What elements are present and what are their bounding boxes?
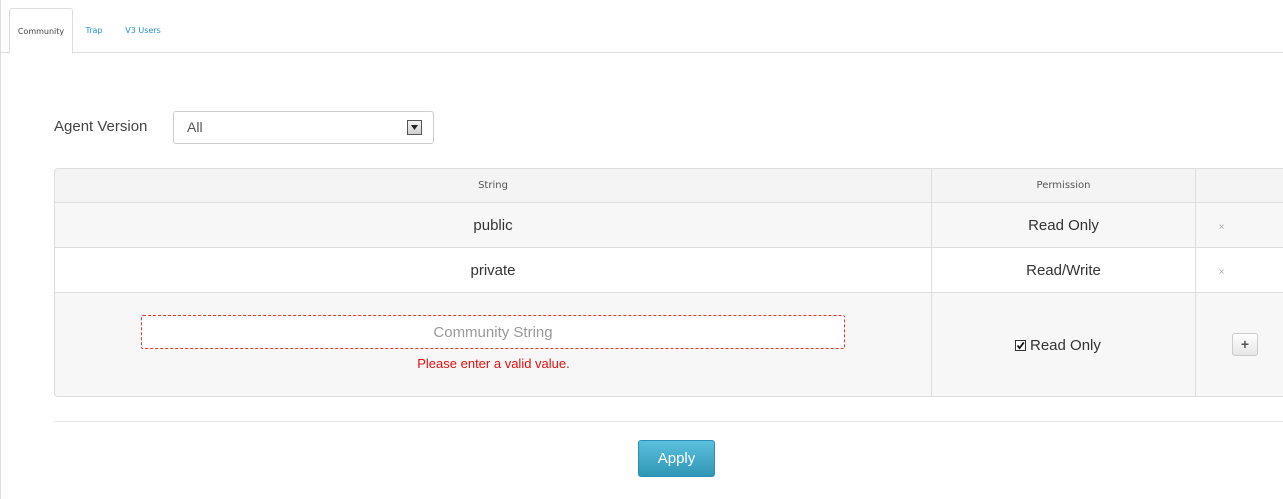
- column-header-actions: [1196, 169, 1283, 202]
- read-only-checkbox[interactable]: Read Only: [1015, 337, 1101, 354]
- agent-version-select[interactable]: All: [173, 111, 434, 144]
- agent-version-label: Agent Version: [54, 118, 148, 135]
- add-community-button[interactable]: +: [1232, 333, 1258, 356]
- delete-icon[interactable]: ×: [1219, 205, 1225, 250]
- delete-icon[interactable]: ×: [1219, 250, 1225, 295]
- validation-error-text: Please enter a valid value.: [417, 356, 570, 371]
- community-string-input[interactable]: [141, 315, 845, 349]
- table-header-row: String Permission: [55, 169, 1283, 203]
- dropdown-arrow-icon[interactable]: [407, 120, 422, 135]
- plus-icon: +: [1240, 336, 1250, 352]
- tab-bar: Community Trap V3 Users: [1, 8, 1283, 54]
- permission-cell: Read Only: [932, 203, 1196, 247]
- table-row: private Read/Write ×: [55, 248, 1283, 293]
- column-header-permission: Permission: [932, 169, 1196, 202]
- new-entry-row: Please enter a valid value. Read Only +: [55, 293, 1283, 396]
- community-string-cell: private: [55, 248, 932, 292]
- apply-button[interactable]: Apply: [638, 440, 715, 477]
- table-row: public Read Only ×: [55, 203, 1283, 248]
- new-actions-cell: +: [1196, 293, 1283, 396]
- community-table: String Permission public Read Only × pri…: [54, 168, 1283, 397]
- snmp-settings-panel: Community Trap V3 Users Agent Version Al…: [0, 0, 1283, 499]
- tab-trap[interactable]: Trap: [83, 8, 105, 53]
- community-string-cell: public: [55, 203, 932, 247]
- new-permission-cell: Read Only: [932, 293, 1196, 396]
- permission-cell: Read/Write: [932, 248, 1196, 292]
- read-only-label: Read Only: [1030, 337, 1101, 354]
- checkbox-checked-icon[interactable]: [1015, 340, 1026, 351]
- actions-cell: ×: [1196, 203, 1283, 247]
- column-header-string: String: [55, 169, 932, 202]
- new-string-cell: Please enter a valid value.: [55, 293, 932, 396]
- form-divider: [54, 421, 1283, 422]
- agent-version-selected-value: All: [187, 119, 203, 135]
- tab-community[interactable]: Community: [9, 8, 73, 54]
- actions-cell: ×: [1196, 248, 1283, 292]
- tab-v3-users[interactable]: V3 Users: [121, 8, 165, 53]
